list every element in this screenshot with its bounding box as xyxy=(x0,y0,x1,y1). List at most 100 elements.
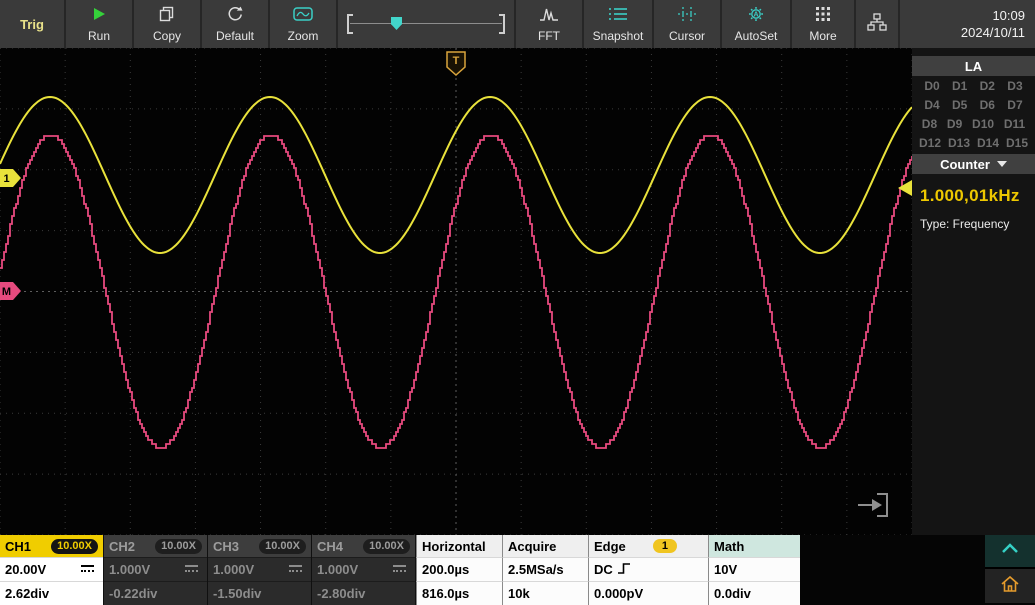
math-scale: 10V xyxy=(714,562,737,577)
copy-icon xyxy=(158,6,176,27)
cursor-button[interactable]: Cursor xyxy=(654,0,720,48)
digital-channel-d10[interactable]: D10 xyxy=(972,117,994,131)
copy-label: Copy xyxy=(153,30,181,42)
digital-channel-d1[interactable]: D1 xyxy=(952,79,967,93)
network-button[interactable] xyxy=(856,0,898,48)
slider-right-bracket xyxy=(499,14,505,34)
play-icon xyxy=(90,6,108,27)
channel-block-ch3[interactable]: CH3 10.00X 1.000V -1.50div xyxy=(208,535,312,605)
digital-channel-row: D12 D13 D14 D15 xyxy=(912,133,1035,152)
more-label: More xyxy=(809,30,836,42)
default-button[interactable]: Default xyxy=(202,0,268,48)
date-text: 2024/10/11 xyxy=(961,25,1025,40)
fft-label: FFT xyxy=(538,30,560,42)
channel-block-ch2[interactable]: CH2 10.00X 1.000V -0.22div xyxy=(104,535,208,605)
trigger-title: Edge xyxy=(594,539,626,554)
digital-channel-d5[interactable]: D5 xyxy=(952,98,967,112)
waveform-display[interactable]: 1MT xyxy=(0,48,912,535)
acquire-sample-rate: 2.5MSa/s xyxy=(508,562,564,577)
digital-channel-d3[interactable]: D3 xyxy=(1007,79,1022,93)
chevron-up-icon xyxy=(999,542,1021,561)
ch1-offset: 2.62div xyxy=(5,586,49,601)
digital-channel-row: D4 D5 D6 D7 xyxy=(912,95,1035,114)
snapshot-button[interactable]: Snapshot xyxy=(584,0,652,48)
horizontal-title: Horizontal xyxy=(422,539,486,554)
la-panel-header[interactable]: LA xyxy=(912,56,1035,76)
rising-edge-icon xyxy=(617,562,631,578)
digital-channel-d13[interactable]: D13 xyxy=(948,136,970,150)
fft-button[interactable]: FFT xyxy=(516,0,582,48)
bottom-bar-spacer xyxy=(800,535,985,605)
ch2-probe-badge: 10.00X xyxy=(155,539,202,554)
digital-channel-d4[interactable]: D4 xyxy=(924,98,939,112)
digital-channel-d0[interactable]: D0 xyxy=(924,79,939,93)
run-label: Run xyxy=(88,30,110,42)
trigger-status-label: Trig xyxy=(20,17,44,32)
svg-text:T: T xyxy=(453,55,460,67)
copy-button[interactable]: Copy xyxy=(134,0,200,48)
dc-coupling-icon xyxy=(185,565,198,574)
network-tree-icon xyxy=(867,13,887,36)
acquire-memory-depth: 10k xyxy=(508,586,530,601)
digital-channel-d6[interactable]: D6 xyxy=(980,98,995,112)
slider-thumb[interactable] xyxy=(391,17,402,30)
slider-line xyxy=(350,23,502,24)
channel-block-ch4[interactable]: CH4 10.00X 1.000V -2.80div xyxy=(312,535,416,605)
default-label: Default xyxy=(216,30,254,42)
fft-icon xyxy=(539,6,559,27)
digital-channel-d7[interactable]: D7 xyxy=(1007,98,1022,112)
ch2-scale: 1.000V xyxy=(109,562,150,577)
ch4-probe-badge: 10.00X xyxy=(363,539,410,554)
ch3-name: CH3 xyxy=(213,539,239,554)
expand-menu-button[interactable] xyxy=(985,535,1035,569)
dc-coupling-icon xyxy=(81,565,94,574)
run-button[interactable]: Run xyxy=(66,0,132,48)
math-offset: 0.0div xyxy=(714,586,751,601)
cursor-label: Cursor xyxy=(669,30,705,42)
slider-left-bracket xyxy=(347,14,353,34)
svg-text:A: A xyxy=(753,12,758,19)
channel-block-ch1[interactable]: CH1 10.00X 20.00V 2.62div xyxy=(0,535,104,605)
trigger-source-badge: 1 xyxy=(653,539,677,553)
digital-channel-d2[interactable]: D2 xyxy=(980,79,995,93)
digital-channel-d9[interactable]: D9 xyxy=(947,117,962,131)
counter-type: Type: Frequency xyxy=(912,206,1035,231)
slider-track[interactable] xyxy=(347,14,505,34)
waveform-position-slider[interactable] xyxy=(338,0,514,48)
dc-coupling-icon xyxy=(393,565,406,574)
horizontal-block[interactable]: Horizontal 200.0µs 816.0µs xyxy=(416,535,502,605)
svg-text:M: M xyxy=(2,286,11,298)
digital-channel-row: D0 D1 D2 D3 xyxy=(912,76,1035,95)
toolbar: Trig Run Copy Default Zoom FFT Snapshot … xyxy=(0,0,1035,48)
more-grid-icon xyxy=(815,6,831,27)
trigger-level: 0.000pV xyxy=(594,586,643,601)
reset-icon xyxy=(226,6,244,27)
ch3-probe-badge: 10.00X xyxy=(259,539,306,554)
ch4-name: CH4 xyxy=(317,539,343,554)
more-button[interactable]: More xyxy=(792,0,854,48)
home-button[interactable] xyxy=(985,569,1035,603)
home-icon xyxy=(999,573,1021,600)
digital-channel-d15[interactable]: D15 xyxy=(1006,136,1028,150)
ch4-scale: 1.000V xyxy=(317,562,358,577)
counter-header[interactable]: Counter xyxy=(912,154,1035,174)
math-title: Math xyxy=(714,539,744,554)
autoset-label: AutoSet xyxy=(735,30,778,42)
acquire-title: Acquire xyxy=(508,539,556,554)
ch1-scale: 20.00V xyxy=(5,562,46,577)
horizontal-scale: 200.0µs xyxy=(422,562,469,577)
math-block[interactable]: Math 10V 0.0div xyxy=(708,535,800,605)
zoom-button[interactable]: Zoom xyxy=(270,0,336,48)
snapshot-icon xyxy=(608,6,628,27)
trigger-block[interactable]: Edge 1 DC 0.000pV xyxy=(588,535,708,605)
clock[interactable]: 10:09 2024/10/11 xyxy=(900,0,1035,48)
digital-channel-d8[interactable]: D8 xyxy=(922,117,937,131)
autoset-button[interactable]: A AutoSet xyxy=(722,0,790,48)
ch3-scale: 1.000V xyxy=(213,562,254,577)
digital-channel-d14[interactable]: D14 xyxy=(977,136,999,150)
digital-channel-d11[interactable]: D11 xyxy=(1004,117,1025,131)
counter-value: 1.000,01kHz xyxy=(912,174,1035,206)
digital-channel-d12[interactable]: D12 xyxy=(919,136,941,150)
acquire-block[interactable]: Acquire 2.5MSa/s 10k xyxy=(502,535,588,605)
bottom-status-bar: CH1 10.00X 20.00V 2.62div CH2 10.00X 1.0… xyxy=(0,535,1035,605)
